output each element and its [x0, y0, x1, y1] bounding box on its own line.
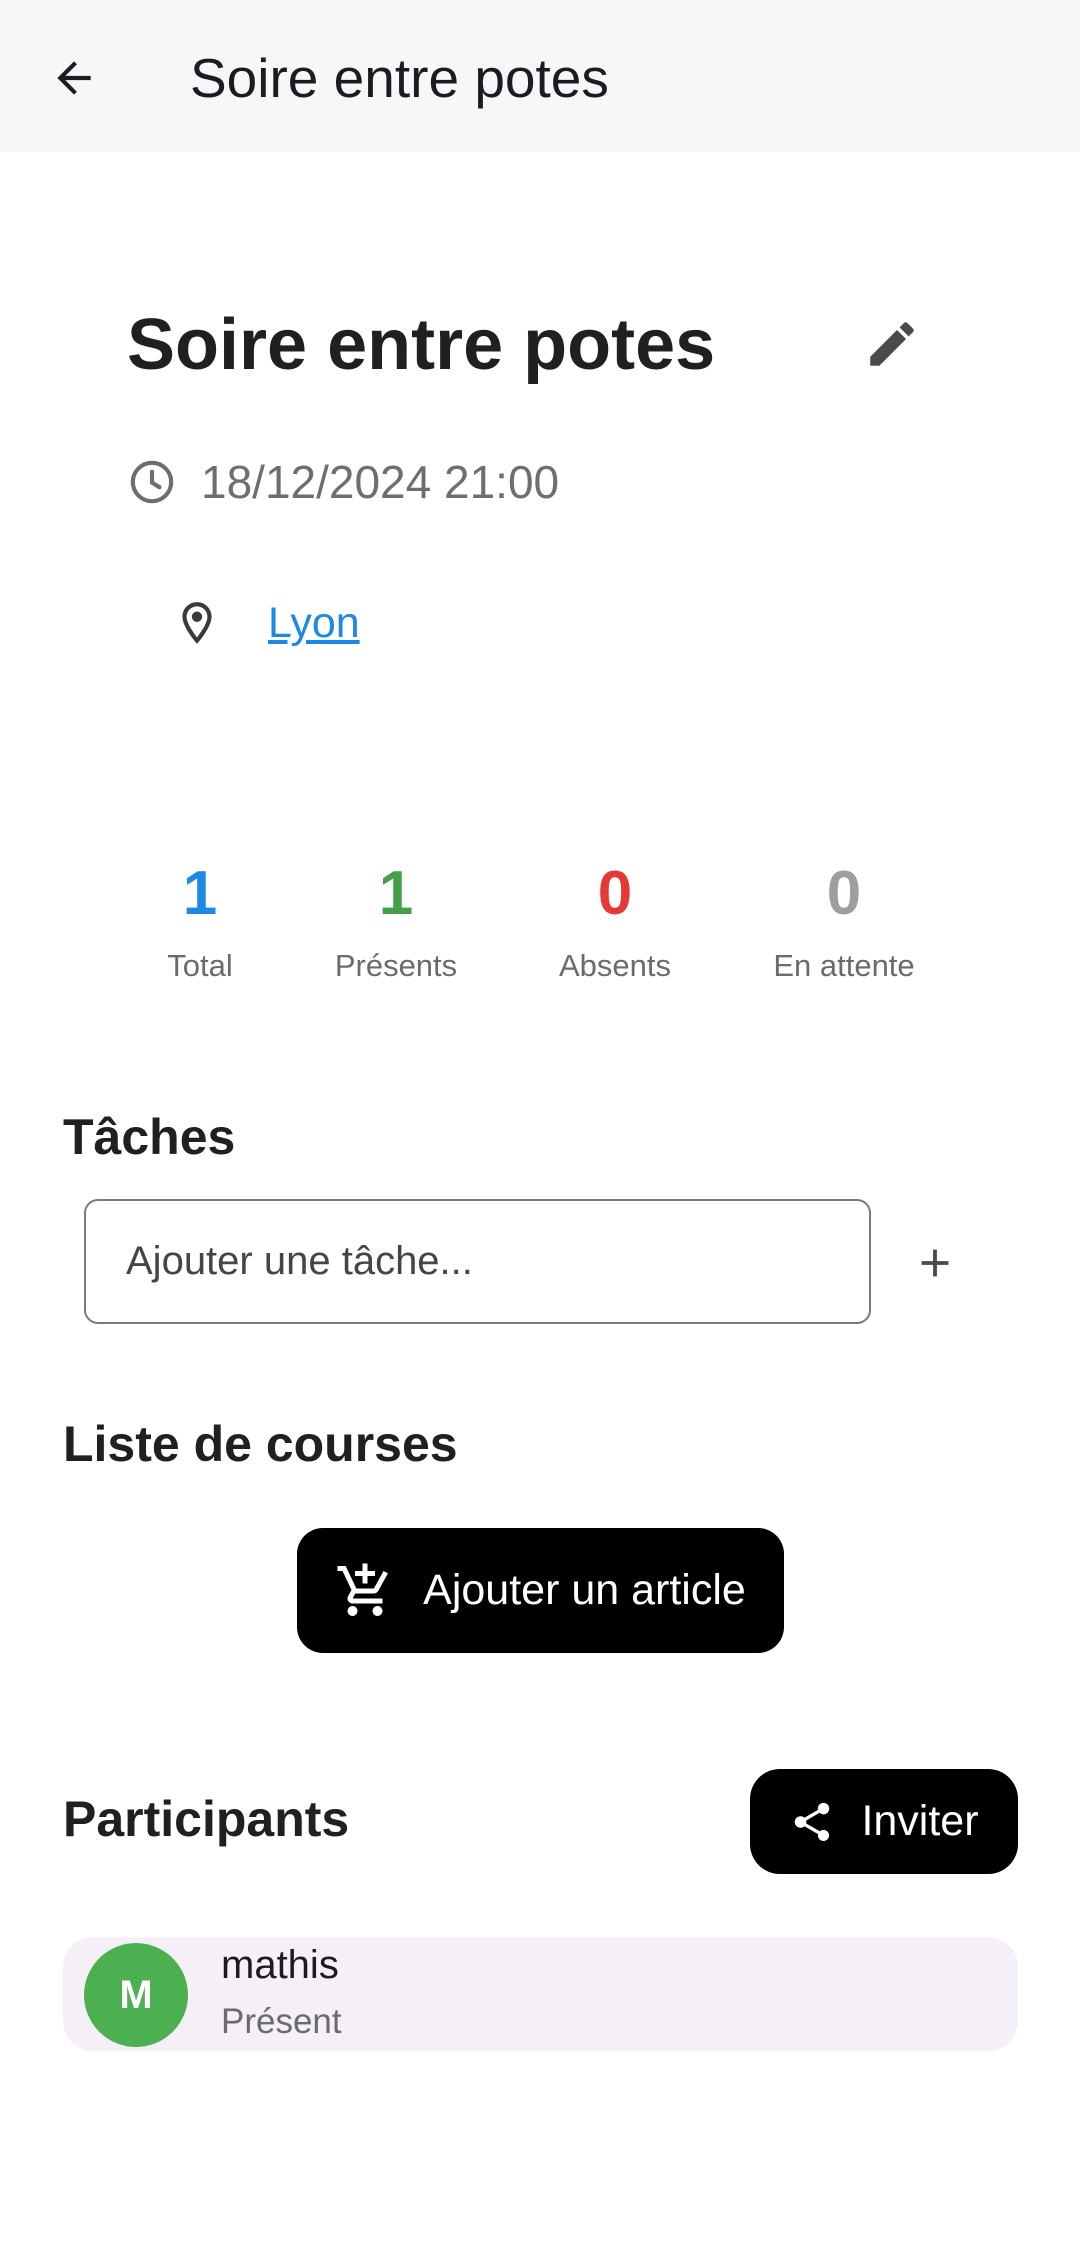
event-location: Lyon — [172, 588, 360, 658]
stat-present: 1 Présents — [335, 858, 457, 984]
app-bar: Soire entre potes — [0, 0, 1080, 152]
add-article-button[interactable]: Ajouter un article — [297, 1528, 784, 1653]
stat-value: 1 — [378, 859, 414, 928]
stat-value: 0 — [826, 859, 862, 928]
stat-pending: 0 En attente — [773, 858, 914, 984]
add-article-label: Ajouter un article — [423, 1566, 746, 1614]
stat-label: En attente — [773, 948, 915, 983]
event-title: Soire entre potes — [127, 305, 716, 385]
app-bar-title: Soire entre potes — [190, 47, 609, 109]
stat-total: 1 Total — [167, 858, 232, 984]
stat-label: Présents — [334, 948, 458, 983]
event-datetime: 18/12/2024 21:00 — [127, 452, 559, 512]
pencil-icon — [870, 322, 914, 366]
stat-label: Absents — [558, 948, 672, 983]
shopping-section-title: Liste de courses — [63, 1416, 458, 1472]
cart-add-icon — [335, 1561, 395, 1621]
participants-section-title: Participants — [63, 1791, 350, 1847]
task-input[interactable] — [84, 1199, 871, 1324]
avatar: M — [84, 1943, 188, 2047]
invite-label: Inviter — [861, 1797, 979, 1845]
add-task-button[interactable] — [900, 1228, 970, 1298]
clock-icon — [130, 460, 174, 504]
tasks-section-title: Tâches — [63, 1109, 236, 1165]
stat-absent: 0 Absents — [559, 858, 671, 984]
invite-button[interactable]: Inviter — [750, 1769, 1018, 1874]
arrow-back-icon — [57, 61, 91, 95]
location-link[interactable]: Lyon — [268, 599, 360, 648]
stat-label: Total — [167, 948, 233, 983]
participant-status: Présent — [221, 2002, 342, 2041]
participant-list-item[interactable]: M mathis Présent — [63, 1937, 1018, 2051]
share-icon — [789, 1799, 835, 1845]
back-button[interactable] — [36, 40, 112, 116]
edit-event-button[interactable] — [858, 310, 926, 378]
stat-value: 1 — [182, 859, 218, 928]
participant-name: mathis — [221, 1943, 339, 1987]
event-datetime-text: 18/12/2024 21:00 — [201, 456, 560, 508]
map-pin-icon — [182, 602, 212, 644]
plus-icon — [921, 1249, 949, 1277]
stat-value: 0 — [597, 859, 633, 928]
